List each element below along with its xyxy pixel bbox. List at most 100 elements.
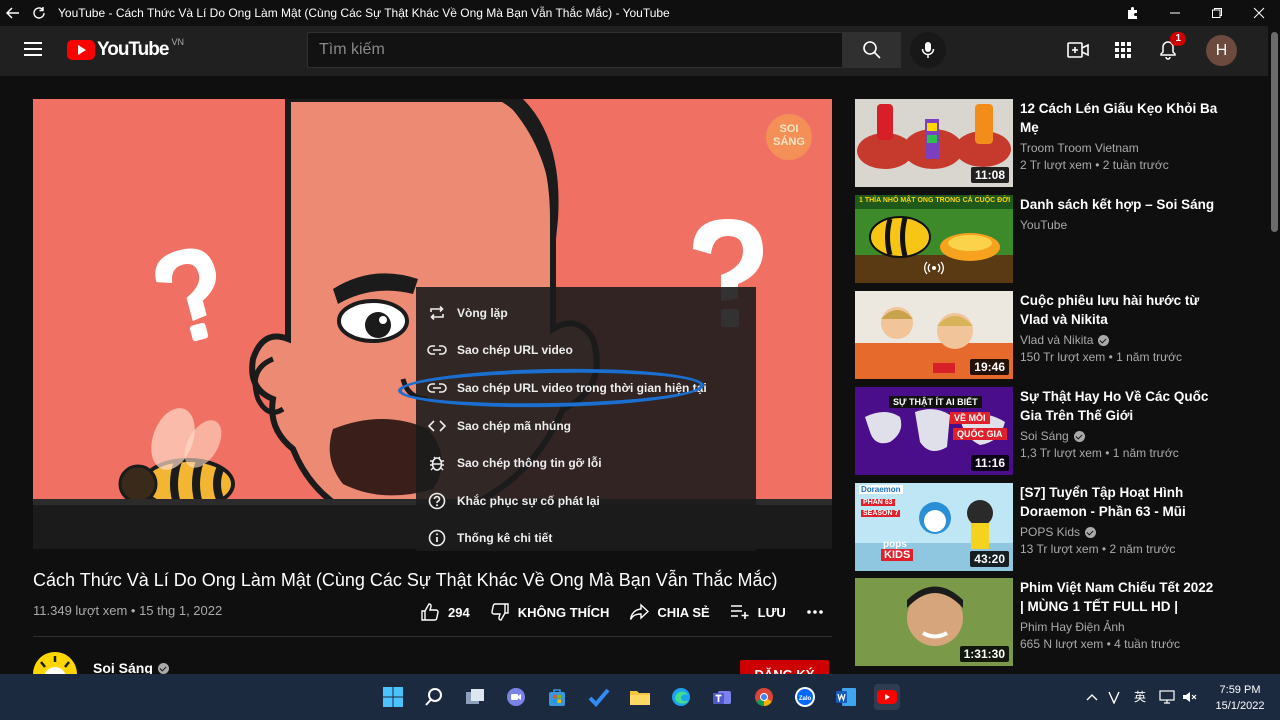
- recommended-video-channel[interactable]: Vlad và Nikita: [1020, 333, 1110, 347]
- network-icon[interactable]: [1158, 688, 1176, 706]
- section-divider: [33, 636, 832, 637]
- search-input[interactable]: [307, 32, 843, 68]
- context-menu-item-troubleshoot[interactable]: Khắc phục sự cố phát lại: [416, 482, 756, 520]
- context-menu-label: Vòng lặp: [457, 305, 508, 320]
- mix-thumbnail[interactable]: 1 THÌA NHỎ MẬT ONG TRONG CẢ CUỘC ĐỜI: [855, 195, 1013, 283]
- minimize-icon[interactable]: [1154, 0, 1196, 26]
- recommended-video-title[interactable]: 12 Cách Lén Giấu Kẹo Khỏi Ba Mẹ: [1020, 99, 1220, 137]
- volume-muted-icon[interactable]: [1181, 688, 1199, 706]
- channel-text: POPS Kids: [1020, 525, 1081, 539]
- create-video-icon[interactable]: [1066, 38, 1090, 62]
- search-icon[interactable]: [421, 684, 447, 710]
- search-button[interactable]: [843, 32, 901, 68]
- video-duration: 19:46: [970, 359, 1009, 375]
- page-scrollbar[interactable]: [1268, 26, 1280, 674]
- logo-text: YouTube: [97, 39, 169, 60]
- recommended-video-item[interactable]: 19:46 Cuộc phiêu lưu hài hước từ Vlad và…: [855, 291, 1235, 379]
- account-avatar[interactable]: H: [1206, 35, 1237, 66]
- ime-vietnamese-icon[interactable]: [1105, 688, 1123, 706]
- close-icon[interactable]: [1238, 0, 1280, 26]
- reload-icon[interactable]: [26, 0, 52, 26]
- video-thumbnail[interactable]: SỰ THẬT ÍT AI BIẾT VỀ MỖI QUỐC GIA 11:16: [855, 387, 1013, 475]
- country-code: VN: [171, 37, 184, 47]
- more-horizontal-icon: [806, 610, 823, 614]
- video-thumbnail[interactable]: 11:08: [855, 99, 1013, 187]
- notifications-bell-icon[interactable]: 1: [1156, 32, 1186, 62]
- recommended-video-title[interactable]: Phim Việt Nam Chiếu Tết 2022 | MÙNG 1 TẾ…: [1020, 578, 1220, 616]
- context-menu-label: Khắc phục sự cố phát lại: [457, 493, 600, 508]
- clock-date: 15/1/2022: [1215, 700, 1265, 712]
- clock-time: 7:59 PM: [1219, 684, 1261, 696]
- search-icon: [863, 41, 881, 59]
- restore-icon[interactable]: [1196, 0, 1238, 26]
- context-menu-item-copy-embed[interactable]: Sao chép mã nhúng: [416, 407, 756, 445]
- teams-icon[interactable]: [709, 684, 735, 710]
- store-icon[interactable]: [544, 684, 570, 710]
- recommended-video-title[interactable]: Sự Thật Hay Ho Về Các Quốc Gia Trên Thế …: [1020, 387, 1220, 425]
- recommended-video-channel[interactable]: POPS Kids: [1020, 525, 1097, 539]
- youtube-masthead: YouTube VN 1 H: [0, 26, 1280, 76]
- recommended-video-channel[interactable]: YouTube: [1020, 218, 1067, 232]
- share-label: CHIA SẺ: [657, 604, 710, 620]
- svg-text:英: 英: [1134, 690, 1146, 704]
- window-title: YouTube - Cách Thức Và Lí Do Ong Làm Mật…: [58, 6, 670, 20]
- edge-icon[interactable]: [668, 684, 694, 710]
- scrollbar-thumb[interactable]: [1271, 32, 1278, 232]
- youtube-logo[interactable]: YouTube VN: [67, 37, 184, 61]
- recommended-video-channel[interactable]: Troom Troom Vietnam: [1020, 141, 1139, 155]
- recommended-video-title[interactable]: [S7] Tuyển Tập Hoạt Hình Doraemon - Phần…: [1020, 483, 1220, 521]
- extensions-icon[interactable]: [1112, 0, 1154, 26]
- more-actions-button[interactable]: [806, 609, 832, 615]
- code-icon: [427, 416, 447, 436]
- share-button[interactable]: CHIA SẺ: [629, 603, 710, 621]
- recommended-video-title[interactable]: Danh sách kết hợp – Soi Sáng: [1020, 195, 1220, 214]
- thumbs-down-icon: [491, 603, 509, 621]
- chat-icon[interactable]: [503, 684, 529, 710]
- recommended-video-title[interactable]: Cuộc phiêu lưu hài hước từ Vlad và Nikit…: [1020, 291, 1220, 329]
- like-button[interactable]: 294: [420, 602, 470, 622]
- thumbnail-caption-2: VỀ MỖI: [950, 412, 990, 424]
- back-arrow-icon[interactable]: [0, 0, 26, 26]
- thumbnail-caption-3: QUỐC GIA: [953, 428, 1007, 440]
- dislike-button[interactable]: KHÔNG THÍCH: [490, 602, 609, 622]
- recommended-video-channel[interactable]: Phim Hay Điện Ảnh: [1020, 620, 1125, 634]
- video-view-count-date: 11.349 lượt xem • 15 thg 1, 2022: [33, 603, 223, 618]
- zalo-icon[interactable]: Zalo: [792, 684, 818, 710]
- notification-count-badge: 1: [1170, 32, 1186, 46]
- video-thumbnail[interactable]: 19:46: [855, 291, 1013, 379]
- system-clock[interactable]: 7:59 PM 15/1/2022: [1205, 682, 1275, 714]
- keyboard-language-icon[interactable]: 英: [1131, 688, 1149, 706]
- playlist-add-icon: [730, 605, 749, 619]
- video-duration: 11:16: [970, 455, 1009, 471]
- context-menu-item-stats[interactable]: Thống kê chi tiết: [416, 520, 756, 558]
- video-duration: 11:08: [970, 167, 1009, 183]
- apps-grid-icon[interactable]: [1111, 38, 1135, 62]
- recommended-video-item[interactable]: SỰ THẬT ÍT AI BIẾT VỀ MỖI QUỐC GIA 11:16…: [855, 387, 1235, 475]
- recommended-video-item[interactable]: 1:31:30 Phim Việt Nam Chiếu Tết 2022 | M…: [855, 578, 1235, 666]
- recommended-video-channel[interactable]: Soi Sáng: [1020, 429, 1085, 443]
- channel-text: Soi Sáng: [1020, 429, 1069, 443]
- channel-text: Troom Troom Vietnam: [1020, 141, 1139, 155]
- windows-start-icon[interactable]: [380, 684, 406, 710]
- context-menu-item-loop[interactable]: Vòng lặp: [416, 294, 756, 332]
- word-icon[interactable]: [833, 684, 859, 710]
- chrome-icon[interactable]: [751, 684, 777, 710]
- file-explorer-icon[interactable]: [627, 684, 653, 710]
- show-hidden-icons-chevron-icon[interactable]: [1083, 688, 1101, 706]
- recommended-video-item[interactable]: 11:08 12 Cách Lén Giấu Kẹo Khỏi Ba Mẹ Tr…: [855, 99, 1235, 187]
- youtube-app-icon[interactable]: [874, 684, 900, 710]
- menu-icon[interactable]: [24, 42, 42, 56]
- voice-search-button[interactable]: [910, 32, 946, 68]
- recommended-video-item[interactable]: Doraemon PHẦN 63 SEASON 7 pops KIDS 43:2…: [855, 483, 1235, 571]
- recommended-video-meta: 665 N lượt xem • 4 tuần trước: [1020, 637, 1181, 651]
- video-thumbnail[interactable]: Doraemon PHẦN 63 SEASON 7 pops KIDS 43:2…: [855, 483, 1013, 571]
- context-menu-item-copy-url[interactable]: Sao chép URL video: [416, 332, 756, 370]
- thumbs-up-icon: [421, 603, 439, 621]
- video-thumbnail[interactable]: 1:31:30: [855, 578, 1013, 666]
- save-to-playlist-button[interactable]: LƯU: [730, 604, 786, 620]
- todo-icon[interactable]: [586, 684, 612, 710]
- recommended-mix-item[interactable]: 1 THÌA NHỎ MẬT ONG TRONG CẢ CUỘC ĐỜI Dan…: [855, 195, 1235, 283]
- recommended-video-meta: 1,3 Tr lượt xem • 1 năm trước: [1020, 446, 1179, 460]
- context-menu-item-copy-debug[interactable]: Sao chép thông tin gỡ lỗi: [416, 444, 756, 482]
- task-view-icon[interactable]: [462, 684, 488, 710]
